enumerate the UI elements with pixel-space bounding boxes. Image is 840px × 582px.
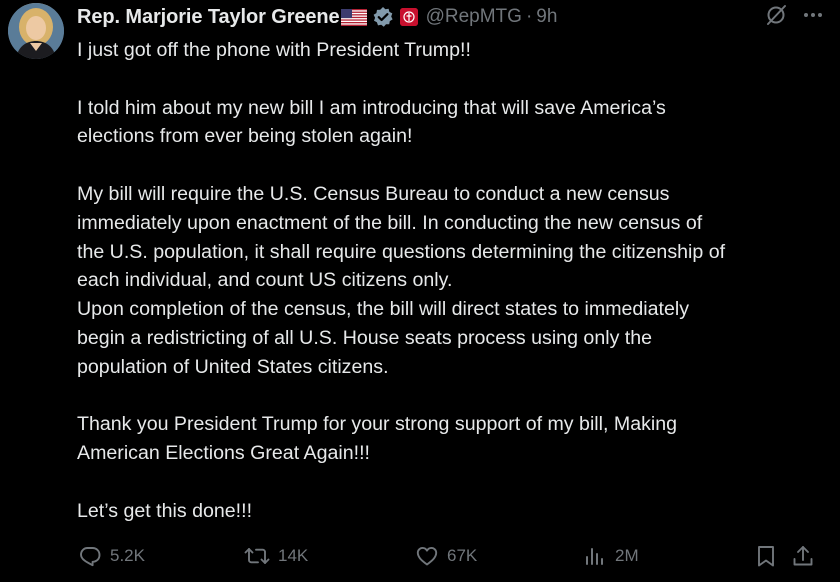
government-affiliation-icon[interactable] — [399, 8, 418, 26]
views-button[interactable]: 2M — [583, 544, 639, 568]
share-button[interactable] — [791, 544, 815, 568]
repost-icon — [244, 544, 270, 568]
views-icon — [583, 544, 607, 568]
share-icon — [791, 544, 815, 568]
reply-icon — [78, 544, 102, 568]
heart-icon — [415, 544, 439, 568]
tweet-top-actions — [764, 3, 824, 32]
tweet-text: I just got off the phone with President … — [77, 39, 726, 522]
separator: · — [525, 6, 533, 27]
handle[interactable]: @RepMTG — [426, 6, 522, 28]
like-count: 67K — [447, 546, 478, 565]
like-button[interactable]: 67K — [415, 544, 477, 568]
reply-button[interactable]: 5.2K — [78, 544, 145, 568]
bookmark-button[interactable] — [754, 544, 778, 568]
timestamp[interactable]: 9h — [536, 6, 557, 28]
bookmark-icon — [754, 544, 778, 568]
us-flag-icon — [340, 8, 367, 26]
tweet: Rep. Marjorie Taylor Greene @RepMTG · 9h… — [0, 0, 840, 582]
avatar[interactable] — [8, 3, 64, 59]
grok-icon[interactable] — [764, 3, 788, 32]
tweet-actions: 5.2K 14K 67K 2M — [76, 544, 826, 574]
verified-badge-icon[interactable] — [372, 6, 394, 28]
tweet-header: Rep. Marjorie Taylor Greene @RepMTG · 9h — [77, 4, 557, 30]
display-name[interactable]: Rep. Marjorie Taylor Greene — [77, 6, 340, 29]
repost-count: 14K — [278, 546, 309, 565]
views-count: 2M — [615, 546, 639, 565]
more-icon[interactable] — [802, 4, 824, 31]
repost-button[interactable]: 14K — [244, 544, 308, 568]
reply-count: 5.2K — [110, 546, 145, 565]
